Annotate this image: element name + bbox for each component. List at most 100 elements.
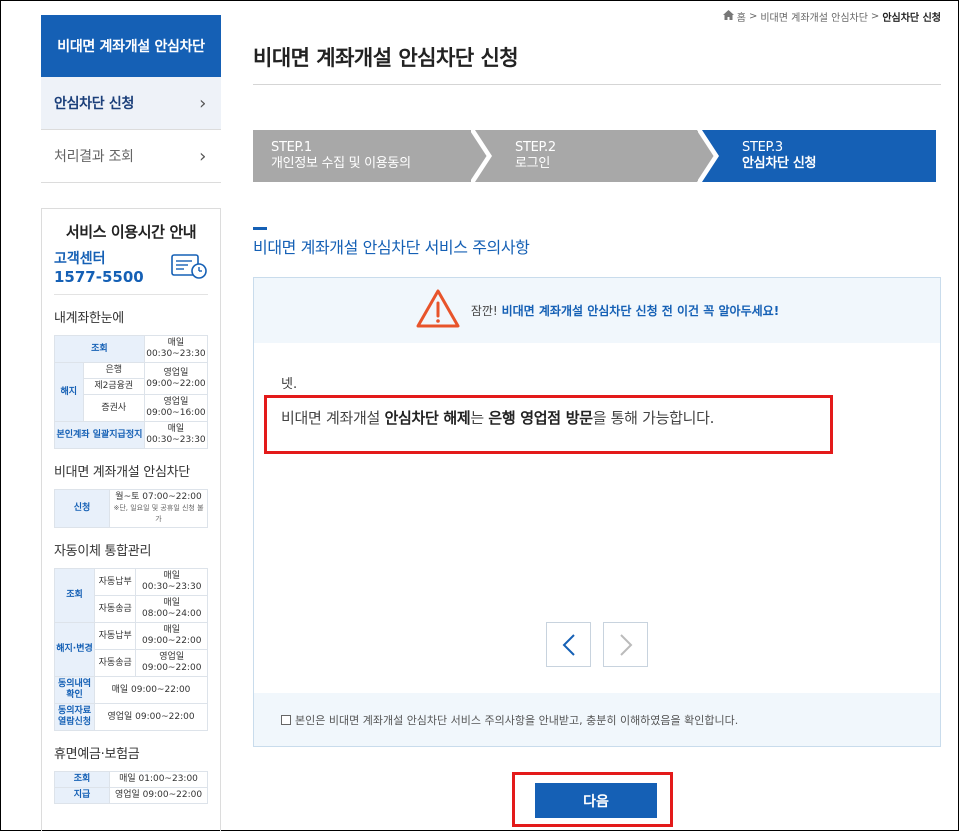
table-cell: 자동납부 <box>93 622 137 650</box>
chevron-right-icon: › <box>199 92 206 114</box>
sidebar-item-label: 안심차단 신청 <box>54 96 135 112</box>
step-label: 안심차단 신청 <box>742 156 817 171</box>
table-cell: 09:00~22:00 <box>142 636 202 646</box>
notice-pager <box>546 622 648 667</box>
table-cell: 매일 <box>163 625 180 635</box>
chevron-right-icon <box>619 633 632 656</box>
table-note: ※단, 일요일 및 공휴일 신청 불가 <box>113 504 204 523</box>
table-cell: 영업일 09:00~22:00 <box>94 703 208 731</box>
table-cell: 매일 <box>163 571 180 581</box>
agreement-bar: 본인은 비대면 계좌개설 안심차단 서비스 주의사항을 안내받고, 충분히 이해… <box>254 693 940 746</box>
warning-text: 비대면 계좌개설 안심차단 신청 전 이건 꼭 알아두세요! <box>501 304 780 318</box>
breadcrumb-level1[interactable]: 비대면 계좌개설 안심차단 <box>760 9 868 24</box>
hours-section-title: 내계좌한눈에 <box>54 311 124 326</box>
section-title: 비대면 계좌개설 안심차단 서비스 주의사항 <box>253 238 530 257</box>
sidebar-menu: 안심차단 신청 › 처리결과 조회 › <box>41 77 221 183</box>
warning-banner: 잠깐! 비대면 계좌개설 안심차단 신청 전 이건 꼭 알아두세요! <box>254 278 940 343</box>
step-3-active: STEP.3 안심차단 신청 <box>702 130 936 182</box>
warning-icon <box>415 288 461 333</box>
table-cell: 09:00~22:00 <box>142 663 202 673</box>
step-number: STEP.3 <box>742 140 783 155</box>
table-cell: 매일 <box>163 598 180 608</box>
notice-box: 잠깐! 비대면 계좌개설 안심차단 신청 전 이건 꼭 알아두세요! 넷. 비대… <box>253 277 941 747</box>
table-cell: 지급 <box>54 787 110 804</box>
table-cell: 매일 <box>167 338 185 348</box>
table-cell: 영업일 <box>159 652 185 662</box>
notice-lead: 넷. <box>281 377 298 392</box>
sidebar-item-result[interactable]: 처리결과 조회 › <box>41 130 221 183</box>
breadcrumb-separator: > <box>748 11 758 22</box>
step-1: STEP.1 개인정보 수집 및 이용동의 <box>253 130 488 182</box>
home-icon[interactable] <box>722 10 734 23</box>
call-center-icon <box>170 251 208 285</box>
table-cell: 월~토 07:00~22:00 <box>115 492 202 502</box>
service-hours-panel: 서비스 이용시간 안내 고객센터 1577-5500 내계좌한눈에 조회 매일 0… <box>41 208 221 831</box>
table-cell: 영업일 <box>163 397 189 407</box>
step-arrow-divider <box>471 130 490 182</box>
table-cell: 영업일 09:00~22:00 <box>109 787 208 804</box>
step-number: STEP.2 <box>515 140 556 155</box>
table-cell: 해지·변경 <box>54 622 95 677</box>
hours-table-autotransfer: 조회 자동납부 매일 00:30~23:30 자동송금 매일 08:00~24:00… <box>54 568 208 731</box>
table-cell: 매일 <box>167 424 185 434</box>
table-cell: 조회 <box>54 568 95 623</box>
table-cell: 조회 <box>54 771 110 788</box>
table-cell: 08:00~24:00 <box>142 609 202 619</box>
step-arrow-divider <box>698 130 717 182</box>
table-cell: 증권사 <box>82 394 145 422</box>
highlight-box <box>264 395 833 454</box>
sidebar-item-apply[interactable]: 안심차단 신청 › <box>41 77 221 130</box>
table-cell: 매일 01:00~23:00 <box>109 771 208 788</box>
table-cell: 자동송금 <box>93 649 137 677</box>
customer-center: 고객센터 1577-5500 <box>54 250 208 295</box>
table-cell: 본인계좌 일괄지급정지 <box>54 421 145 449</box>
step-2: STEP.2 로그인 <box>475 130 715 182</box>
hours-section-title: 비대면 계좌개설 안심차단 <box>54 465 190 480</box>
chevron-left-icon <box>562 633 575 656</box>
sidebar-item-label: 처리결과 조회 <box>54 149 134 165</box>
agree-label[interactable]: 본인은 비대면 계좌개설 안심차단 서비스 주의사항을 안내받고, 충분히 이해… <box>295 712 738 728</box>
cs-label: 고객센터 <box>54 251 106 267</box>
table-cell: 해지 <box>54 362 84 422</box>
step-label: 개인정보 수집 및 이용동의 <box>271 156 411 171</box>
highlight-box <box>512 772 673 827</box>
table-cell: 제2금융권 <box>82 378 145 395</box>
table-cell: 신청 <box>54 489 110 528</box>
warning-prefix: 잠깐! <box>470 304 498 318</box>
table-cell: 매일 09:00~22:00 <box>94 676 208 704</box>
hours-table-block: 신청 월~토 07:00~22:00 ※단, 일요일 및 공휴일 신청 불가 <box>54 489 208 528</box>
table-cell: 00:30~23:30 <box>146 349 206 359</box>
breadcrumb-current: 안심차단 신청 <box>882 13 941 24</box>
hours-table-dormant: 조회 매일 01:00~23:00 지급 영업일 09:00~22:00 <box>54 771 208 804</box>
chevron-right-icon: › <box>199 145 206 167</box>
table-cell: 09:00~16:00 <box>146 408 206 418</box>
table-cell: 조회 <box>54 335 145 363</box>
table-cell: 동의자료 열람신청 <box>54 703 95 731</box>
breadcrumb-home[interactable]: 홈 <box>737 9 746 24</box>
step-label: 로그인 <box>515 156 550 171</box>
breadcrumb: 홈 > 비대면 계좌개설 안심차단 > 안심차단 신청 <box>722 9 941 24</box>
page-title: 비대면 계좌개설 안심차단 신청 <box>253 46 519 70</box>
prev-page-button[interactable] <box>546 622 591 667</box>
title-divider <box>253 84 941 85</box>
next-page-button[interactable] <box>603 622 648 667</box>
table-cell: 자동송금 <box>93 595 137 623</box>
hours-section-title: 자동이체 통합관리 <box>54 544 152 559</box>
step-number: STEP.1 <box>271 140 312 155</box>
cs-number: 1577-5500 <box>54 268 144 286</box>
agree-checkbox[interactable] <box>281 714 291 725</box>
breadcrumb-separator: > <box>870 11 880 22</box>
section-accent-bar <box>253 227 267 230</box>
table-cell: 00:30~23:30 <box>142 582 202 592</box>
step-indicator: STEP.1 개인정보 수집 및 이용동의 STEP.2 로그인 STEP.3 … <box>253 130 936 182</box>
table-cell: 09:00~22:00 <box>146 378 206 389</box>
table-cell: 동의내역 확인 <box>54 676 95 704</box>
table-cell: 00:30~23:30 <box>146 435 206 445</box>
table-cell: 은행 <box>82 362 145 379</box>
table-cell: 자동납부 <box>93 568 137 596</box>
service-hours-title: 서비스 이용시간 안내 <box>65 223 197 241</box>
sidebar-header: 비대면 계좌개설 안심차단 <box>41 15 221 77</box>
hours-table-my-account: 조회 매일 00:30~23:30 해지 은행 영업일 09:00~22:00 제2… <box>54 335 209 449</box>
hours-section-title: 휴면예금·보험금 <box>54 747 140 762</box>
table-cell: 영업일 <box>163 367 189 378</box>
